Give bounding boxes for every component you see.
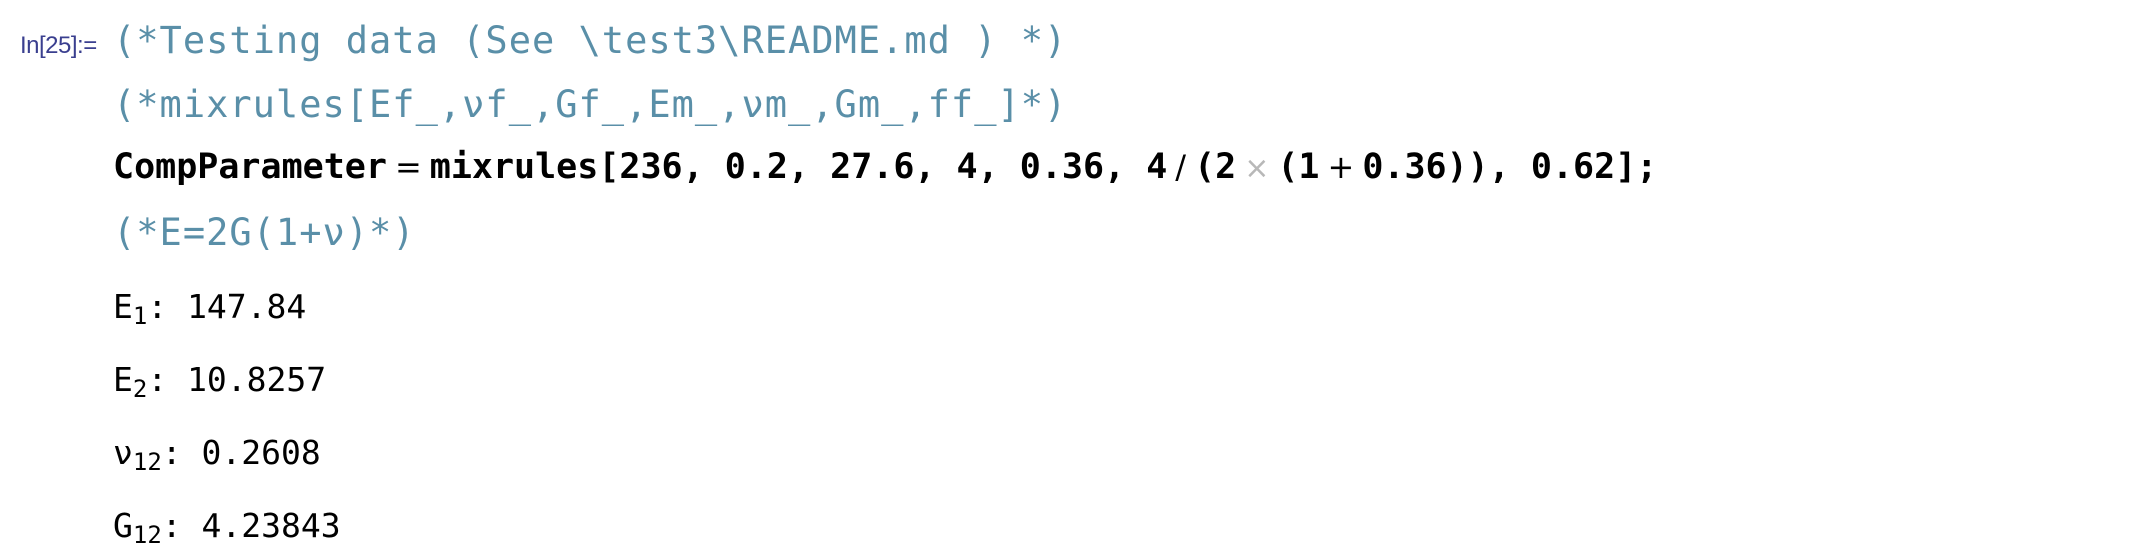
plus-operator: +	[1327, 148, 1355, 186]
times-operator: ×	[1244, 151, 1270, 186]
assign-name: CompParameter	[113, 147, 387, 187]
code-line[interactable]: CompParameter = mixrules[236, 0.2, 27.6, 4…	[113, 150, 1657, 185]
equals-operator: =	[394, 148, 422, 186]
paren-inner: (1	[1277, 147, 1320, 187]
output-symbol: G	[113, 506, 133, 545]
paren-open: (2	[1194, 147, 1237, 187]
notebook-input-cell[interactable]: In[25]:= (*Testing data (See \test3\READ…	[0, 0, 2152, 558]
output-line-e2: E2: 10.8257	[113, 360, 327, 401]
output-symbol: ν	[113, 433, 133, 472]
output-line-e1: E1: 147.84	[113, 287, 307, 328]
comment-line-1: (*Testing data (See \test3\README.md ) *…	[113, 19, 1068, 62]
output-subscript: 1	[132, 302, 148, 330]
output-subscript: 12	[132, 448, 162, 476]
input-cell-label: In[25]:=	[20, 32, 97, 59]
output-value: : 147.84	[147, 287, 307, 326]
output-line-g12: G12: 4.23843	[113, 506, 341, 547]
output-value: : 10.8257	[147, 360, 327, 399]
args-suffix: 0.36)), 0.62];	[1362, 147, 1658, 187]
output-symbol: E	[113, 360, 133, 399]
output-line-nu12: ν12: 0.2608	[113, 433, 321, 474]
divide-operator: /	[1175, 148, 1187, 186]
comment-line-3: (*E=2G(1+ν)*)	[113, 211, 416, 254]
function-name: mixrules	[429, 147, 599, 187]
output-subscript: 2	[132, 375, 148, 403]
output-subscript: 12	[132, 521, 162, 549]
args-prefix: [236, 0.2, 27.6, 4, 0.36, 4	[598, 147, 1168, 187]
output-symbol: E	[113, 287, 133, 326]
output-value: : 4.23843	[161, 506, 341, 545]
comment-line-2: (*mixrules[Ef_,νf_,Gf_,Em_,νm_,Gm_,ff_]*…	[113, 83, 1068, 126]
output-value: : 0.2608	[161, 433, 321, 472]
